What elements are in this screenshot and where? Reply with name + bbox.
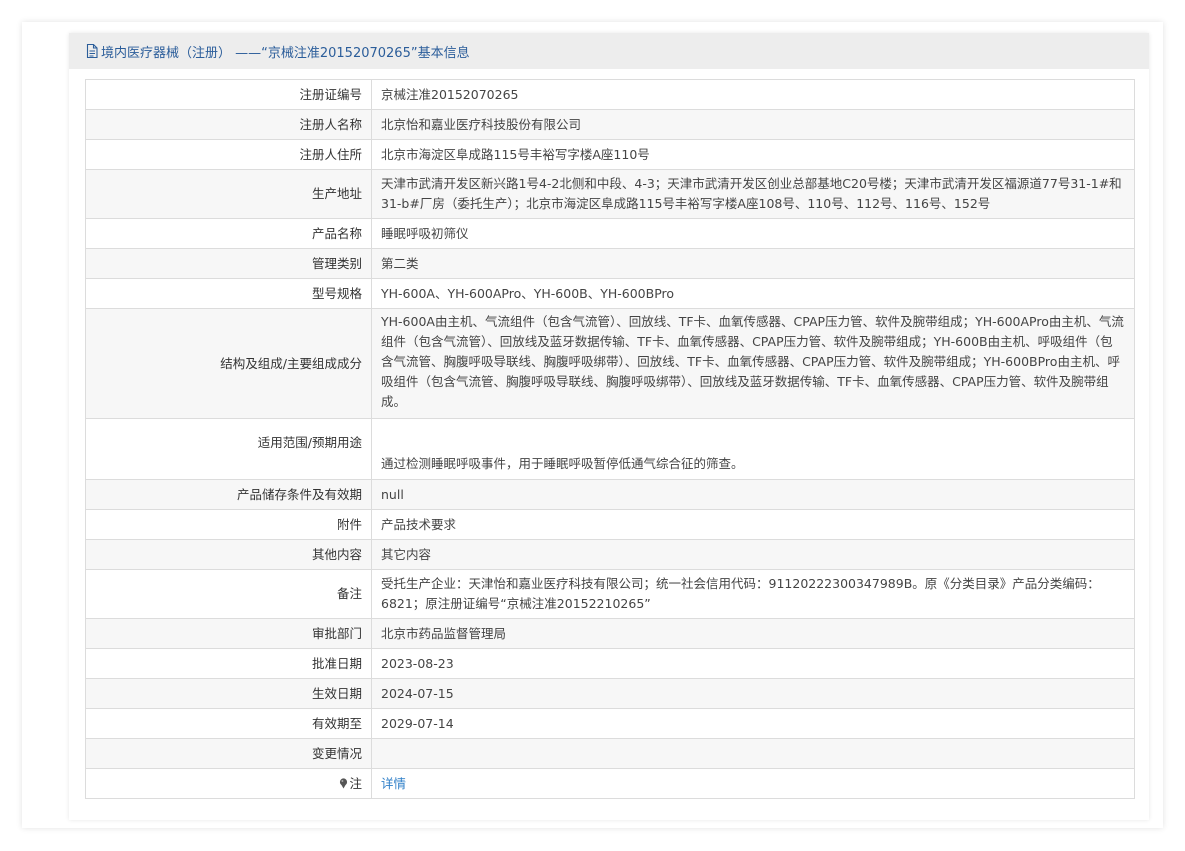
field-label: 结构及组成/主要组成成分 (85, 308, 372, 419)
field-value (371, 738, 1135, 769)
table-row: 附件 产品技术要求 (85, 509, 1135, 540)
field-label: 批准日期 (85, 648, 372, 679)
table-row: 变更情况 (85, 738, 1135, 769)
details-link[interactable]: 详情 (381, 776, 406, 791)
field-value: 2024-07-15 (371, 678, 1135, 709)
field-value: YH-600A、YH-600APro、YH-600B、YH-600BPro (371, 278, 1135, 309)
field-value: null (371, 479, 1135, 510)
field-value: 通过检测睡眠呼吸事件，用于睡眠呼吸暂停低通气综合征的筛查。 (371, 418, 1135, 480)
table-row: 生效日期 2024-07-15 (85, 678, 1135, 709)
table-row: 批准日期 2023-08-23 (85, 648, 1135, 679)
field-value: 其它内容 (371, 539, 1135, 570)
field-value: 睡眠呼吸初筛仪 (371, 218, 1135, 249)
field-label: 产品储存条件及有效期 (85, 479, 372, 510)
info-table: 注册证编号 京械注准20152070265 注册人名称 北京怡和嘉业医疗科技股份… (85, 79, 1135, 799)
page-frame: 境内医疗器械（注册） ——“京械注准20152070265”基本信息 注册证编号… (22, 22, 1163, 828)
field-label: 管理类别 (85, 248, 372, 279)
field-value: 京械注准20152070265 (371, 79, 1135, 110)
field-label: 注册人名称 (85, 109, 372, 140)
note-label-cell: 注 (85, 768, 372, 799)
field-label: 其他内容 (85, 539, 372, 570)
table-row: 审批部门 北京市药品监督管理局 (85, 618, 1135, 649)
field-label: 审批部门 (85, 618, 372, 649)
table-row-note: 注 详情 (85, 768, 1135, 799)
table-row: 适用范围/预期用途 通过检测睡眠呼吸事件，用于睡眠呼吸暂停低通气综合征的筛查。 (85, 418, 1135, 480)
field-value: 北京市药品监督管理局 (371, 618, 1135, 649)
page-title: 境内医疗器械（注册） ——“京械注准20152070265”基本信息 (101, 45, 470, 61)
field-label: 注册人住所 (85, 139, 372, 170)
table-row: 管理类别 第二类 (85, 248, 1135, 279)
table-row: 产品储存条件及有效期 null (85, 479, 1135, 510)
note-value-cell: 详情 (371, 768, 1135, 799)
info-panel: 境内医疗器械（注册） ——“京械注准20152070265”基本信息 注册证编号… (69, 33, 1149, 820)
document-icon (86, 43, 98, 59)
field-label: 有效期至 (85, 708, 372, 739)
field-value: 天津市武清开发区新兴路1号4-2北侧和中段、4-3；天津市武清开发区创业总部基地… (371, 169, 1135, 219)
panel-header: 境内医疗器械（注册） ——“京械注准20152070265”基本信息 (69, 33, 1149, 69)
field-value: 2023-08-23 (371, 648, 1135, 679)
table-row: 生产地址 天津市武清开发区新兴路1号4-2北侧和中段、4-3；天津市武清开发区创… (85, 169, 1135, 219)
field-value: 北京怡和嘉业医疗科技股份有限公司 (371, 109, 1135, 140)
table-row: 其他内容 其它内容 (85, 539, 1135, 570)
field-value: 产品技术要求 (371, 509, 1135, 540)
field-label: 生效日期 (85, 678, 372, 709)
table-row: 注册证编号 京械注准20152070265 (85, 79, 1135, 110)
pin-icon (340, 777, 348, 788)
table-row: 有效期至 2029-07-14 (85, 708, 1135, 739)
field-value: 北京市海淀区阜成路115号丰裕写字楼A座110号 (371, 139, 1135, 170)
field-label: 附件 (85, 509, 372, 540)
field-value: 受托生产企业：天津怡和嘉业医疗科技有限公司；统一社会信用代码：911202223… (371, 569, 1135, 619)
field-label: 生产地址 (85, 169, 372, 219)
field-label: 型号规格 (85, 278, 372, 309)
table-row: 注册人住所 北京市海淀区阜成路115号丰裕写字楼A座110号 (85, 139, 1135, 170)
table-row: 备注 受托生产企业：天津怡和嘉业医疗科技有限公司；统一社会信用代码：911202… (85, 569, 1135, 619)
table-row: 型号规格 YH-600A、YH-600APro、YH-600B、YH-600BP… (85, 278, 1135, 309)
field-label: 产品名称 (85, 218, 372, 249)
field-label: 注册证编号 (85, 79, 372, 110)
field-label: 备注 (85, 569, 372, 619)
note-label: 注 (349, 775, 362, 791)
table-row: 结构及组成/主要组成成分 YH-600A由主机、气流组件（包含气流管）、回放线、… (85, 308, 1135, 419)
table-row: 产品名称 睡眠呼吸初筛仪 (85, 218, 1135, 249)
field-value: YH-600A由主机、气流组件（包含气流管）、回放线、TF卡、血氧传感器、CPA… (371, 308, 1135, 419)
field-value: 2029-07-14 (371, 708, 1135, 739)
field-label: 变更情况 (85, 738, 372, 769)
field-value: 第二类 (371, 248, 1135, 279)
table-row: 注册人名称 北京怡和嘉业医疗科技股份有限公司 (85, 109, 1135, 140)
field-label: 适用范围/预期用途 (85, 418, 372, 480)
